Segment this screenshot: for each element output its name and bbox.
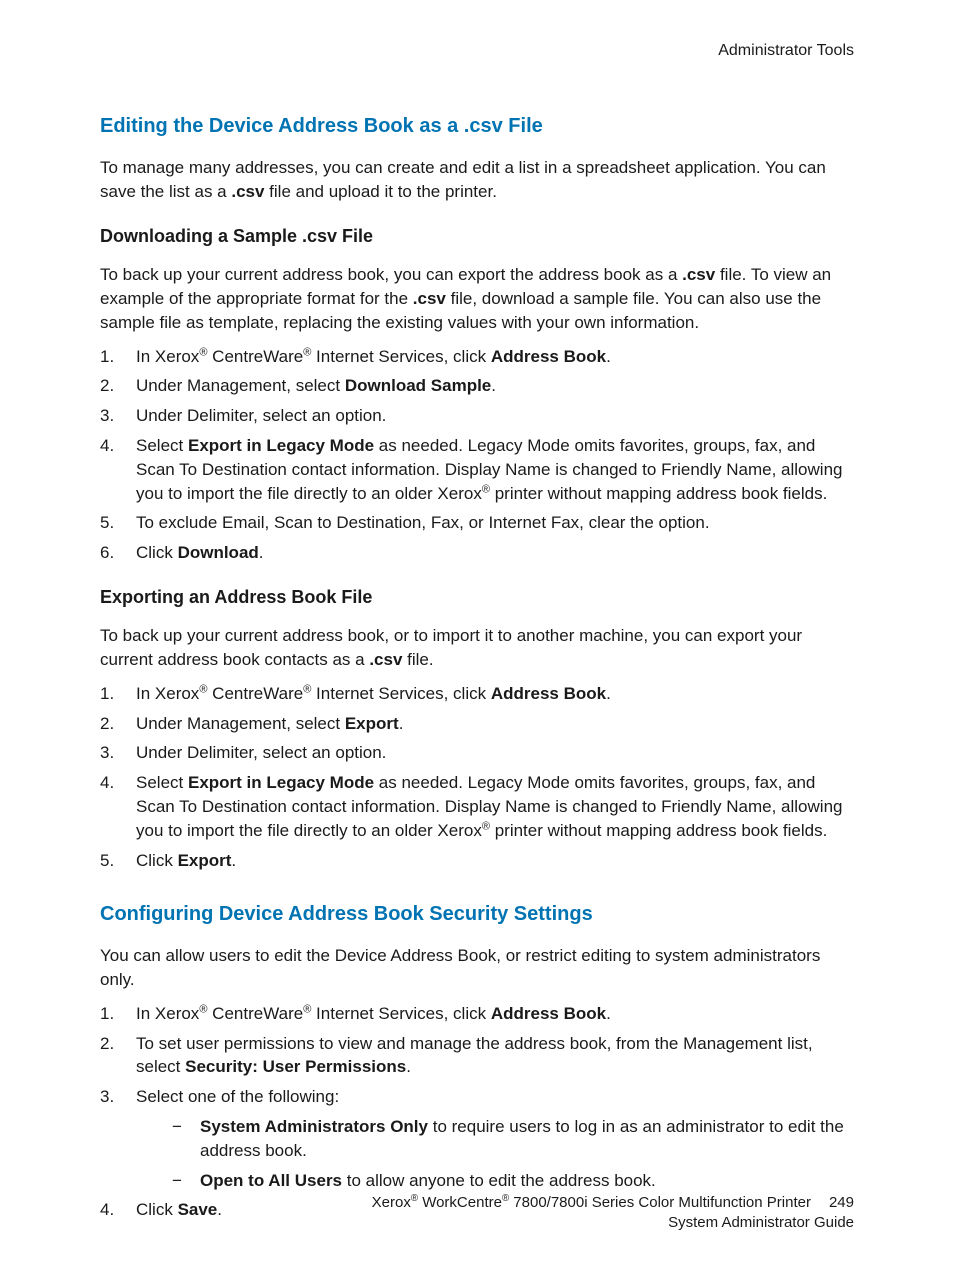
list-item: To exclude Email, Scan to Destination, F… xyxy=(100,511,854,535)
subsection-title-exporting: Exporting an Address Book File xyxy=(100,585,854,610)
sub1-intro: To back up your current address book, yo… xyxy=(100,263,854,334)
section2-steps: In Xerox® CentreWare® Internet Services,… xyxy=(100,1002,854,1222)
text: Click xyxy=(136,543,178,562)
registered-icon: ® xyxy=(411,1193,418,1204)
section2-intro: You can allow users to edit the Device A… xyxy=(100,944,854,992)
section-title-editing-csv: Editing the Device Address Book as a .cs… xyxy=(100,112,854,140)
section1-intro: To manage many addresses, you can create… xyxy=(100,156,854,204)
list-item: To set user permissions to view and mana… xyxy=(100,1032,854,1080)
text: Under Management, select xyxy=(136,376,345,395)
bold-open-all-users: Open to All Users xyxy=(200,1171,342,1190)
text: Select xyxy=(136,436,188,455)
page-footer: Xerox® WorkCentre® 7800/7800i Series Col… xyxy=(372,1193,854,1232)
text: . xyxy=(606,347,611,366)
list-item: Select Export in Legacy Mode as needed. … xyxy=(100,771,854,842)
text: To back up your current address book, or… xyxy=(100,626,802,669)
sub2-steps: In Xerox® CentreWare® Internet Services,… xyxy=(100,682,854,873)
text: Internet Services, click xyxy=(311,684,491,703)
bold-download: Download xyxy=(178,543,259,562)
text: CentreWare xyxy=(207,347,303,366)
registered-icon: ® xyxy=(482,483,490,495)
text: WorkCentre xyxy=(418,1194,502,1211)
text: CentreWare xyxy=(207,684,303,703)
list-item: In Xerox® CentreWare® Internet Services,… xyxy=(100,345,854,369)
bold-download-sample: Download Sample xyxy=(345,376,491,395)
sublist-item: Open to All Users to allow anyone to edi… xyxy=(172,1169,854,1193)
page-header-right: Administrator Tools xyxy=(100,40,854,62)
subsection-title-download-sample: Downloading a Sample .csv File xyxy=(100,224,854,249)
text: To back up your current address book, yo… xyxy=(100,265,682,284)
text: . xyxy=(217,1200,222,1219)
bold-address-book: Address Book xyxy=(491,1004,606,1023)
text: Internet Services, click xyxy=(311,1004,491,1023)
list-item: Select Export in Legacy Mode as needed. … xyxy=(100,434,854,505)
text: file. xyxy=(402,650,433,669)
list-item: Click Export. xyxy=(100,849,854,873)
footer-line2: System Administrator Guide xyxy=(372,1213,854,1233)
text: printer without mapping address book fie… xyxy=(490,484,827,503)
text: 7800/7800i Series Color Multifunction Pr… xyxy=(509,1194,811,1211)
text: printer without mapping address book fie… xyxy=(490,821,827,840)
bold-csv: .csv xyxy=(682,265,715,284)
bold-export: Export xyxy=(178,851,232,870)
sub1-steps: In Xerox® CentreWare® Internet Services,… xyxy=(100,345,854,565)
text: Under Management, select xyxy=(136,714,345,733)
footer-line1: Xerox® WorkCentre® 7800/7800i Series Col… xyxy=(372,1193,854,1213)
bold-export-legacy: Export in Legacy Mode xyxy=(188,773,374,792)
text: Click xyxy=(136,1200,178,1219)
registered-icon: ® xyxy=(482,820,490,832)
text: Internet Services, click xyxy=(311,347,491,366)
bold-sys-admins-only: System Administrators Only xyxy=(200,1117,428,1136)
text: . xyxy=(406,1057,411,1076)
text: In Xerox xyxy=(136,1004,199,1023)
bold-csv: .csv xyxy=(369,650,402,669)
list-item: Under Delimiter, select an option. xyxy=(100,404,854,428)
list-item: Under Management, select Download Sample… xyxy=(100,374,854,398)
text: . xyxy=(606,684,611,703)
text: to allow anyone to edit the address book… xyxy=(342,1171,656,1190)
list-item: Under Management, select Export. xyxy=(100,712,854,736)
text: . xyxy=(259,543,264,562)
bold-csv: .csv xyxy=(231,182,264,201)
bold-address-book: Address Book xyxy=(491,347,606,366)
text: Click xyxy=(136,851,178,870)
page-number: 249 xyxy=(829,1194,854,1211)
sublist-item: System Administrators Only to require us… xyxy=(172,1115,854,1163)
text: . xyxy=(399,714,404,733)
list-item: In Xerox® CentreWare® Internet Services,… xyxy=(100,682,854,706)
bold-export-legacy: Export in Legacy Mode xyxy=(188,436,374,455)
section-title-security: Configuring Device Address Book Security… xyxy=(100,900,854,928)
sub2-intro: To back up your current address book, or… xyxy=(100,624,854,672)
bold-security-permissions: Security: User Permissions xyxy=(185,1057,406,1076)
bold-address-book: Address Book xyxy=(491,684,606,703)
bold-save: Save xyxy=(178,1200,218,1219)
list-item: Click Download. xyxy=(100,541,854,565)
list-item: Under Delimiter, select an option. xyxy=(100,741,854,765)
text: Xerox xyxy=(372,1194,411,1211)
bold-csv: .csv xyxy=(413,289,446,308)
text: . xyxy=(231,851,236,870)
list-item: In Xerox® CentreWare® Internet Services,… xyxy=(100,1002,854,1026)
text: Select one of the following: xyxy=(136,1087,339,1106)
text: In Xerox xyxy=(136,684,199,703)
text: file and upload it to the printer. xyxy=(264,182,497,201)
text: . xyxy=(491,376,496,395)
text: Select xyxy=(136,773,188,792)
text: CentreWare xyxy=(207,1004,303,1023)
list-item: Select one of the following: System Admi… xyxy=(100,1085,854,1192)
sublist: System Administrators Only to require us… xyxy=(136,1115,854,1192)
text: In Xerox xyxy=(136,347,199,366)
bold-export: Export xyxy=(345,714,399,733)
text: . xyxy=(606,1004,611,1023)
